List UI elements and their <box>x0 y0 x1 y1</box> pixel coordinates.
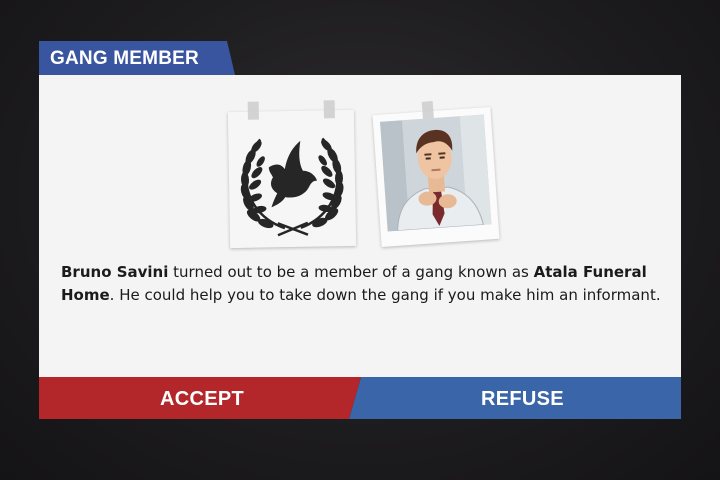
message-text-rest: . He could help you to take down the gan… <box>109 286 661 304</box>
refuse-label: REFUSE <box>481 388 564 410</box>
accept-button[interactable]: ACCEPT <box>39 377 361 419</box>
dialog-message: Bruno Savini turned out to be a member o… <box>61 261 661 307</box>
person-name: Bruno Savini <box>61 263 169 281</box>
dove-laurel-icon <box>240 137 344 237</box>
gang-member-dialog: GANG MEMBER Bruno Savini turned out to b… <box>39 41 681 419</box>
dialog-title: GANG MEMBER <box>50 48 199 69</box>
dialog-buttons: REFUSE ACCEPT <box>39 377 681 419</box>
accept-label: ACCEPT <box>160 388 245 410</box>
suspect-portrait-photo <box>372 101 500 247</box>
message-text-mid: turned out to be a member of a gang know… <box>168 263 534 281</box>
title-tab: GANG MEMBER <box>39 41 235 75</box>
tape-strip <box>421 101 434 120</box>
suspect-portrait <box>380 114 492 232</box>
gang-emblem-card <box>227 100 357 249</box>
dialog-body: Bruno Savini turned out to be a member o… <box>39 75 681 377</box>
